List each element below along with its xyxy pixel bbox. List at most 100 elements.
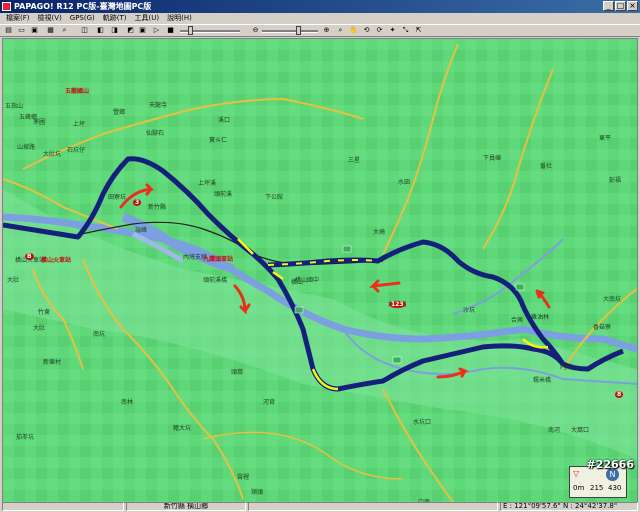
- minimize-button[interactable]: _: [603, 1, 614, 11]
- road-shield-3: [392, 356, 402, 364]
- poi-label: 橫山火車站: [41, 257, 72, 264]
- zoom-in-icon[interactable]: ⊕: [322, 26, 331, 35]
- zoom-slider-knob[interactable]: [296, 26, 301, 35]
- menu-file[interactable]: 檔案(F): [2, 13, 34, 24]
- save-icon[interactable]: ▣: [30, 26, 39, 35]
- place-label: 寶斗仁: [209, 137, 228, 144]
- menu-bar: 檔案(F) 檢視(V) GPS(G) 軌跡(T) 工具(U) 說明(H): [0, 13, 640, 24]
- waypoint-marker: B: [25, 253, 34, 260]
- map-view[interactable]: 五峰鄉 五指山 茅圃 上坪 石坑仔 山坡路 大肚坑 天龍寺 豐鄉 仙腳石 寶斗仁 溪口 上坪溪 頭前溪 下公…: [2, 38, 638, 503]
- place-label: 石坑仔: [67, 147, 86, 154]
- rotate-icon[interactable]: ⟲: [362, 26, 371, 35]
- place-label: 下公館: [265, 194, 284, 201]
- place-label: 上坪: [73, 121, 86, 128]
- place-label: 田寮坑: [108, 194, 127, 201]
- place-label: 茅圃: [33, 119, 46, 126]
- select-icon[interactable]: ⇱: [414, 26, 423, 35]
- status-place: 新竹縣 橫山鄉: [126, 502, 246, 511]
- place-label: 新樂村: [43, 359, 62, 366]
- place-label: 大肚坑: [43, 151, 62, 158]
- measure-icon[interactable]: ⤡: [401, 26, 410, 35]
- zoom-out-icon[interactable]: ⊖: [251, 26, 260, 35]
- place-label: 南河: [548, 427, 561, 434]
- search-icon[interactable]: ⌕: [60, 26, 69, 35]
- place-label: 內灣: [560, 364, 573, 371]
- place-label: 頭前溪: [214, 191, 233, 198]
- place-label: 霄裡: [237, 474, 250, 481]
- status-blank: [2, 502, 124, 511]
- speed-slider-knob[interactable]: [188, 26, 193, 35]
- place-label: 上坪溪: [198, 180, 217, 187]
- place-label: 南林: [121, 399, 134, 406]
- place-label: 三星: [348, 157, 361, 164]
- place-label: 大肚: [7, 277, 20, 284]
- place-label: 頭前溪橋: [203, 277, 228, 284]
- place-label: 竹東: [38, 309, 51, 316]
- road-shield-1: [342, 245, 352, 253]
- zoom-tool-icon[interactable]: ⌕: [336, 26, 345, 35]
- print-icon[interactable]: ▦: [46, 26, 55, 35]
- status-coords: E : 121°09'57.6" N : 24°42'37.8": [500, 502, 638, 511]
- place-label: 香菇寮: [593, 324, 612, 331]
- place-label: 仙腳石: [146, 130, 165, 137]
- place-label: 水田: [398, 179, 411, 186]
- place-label: 大崎: [373, 229, 386, 236]
- refresh-icon[interactable]: ⟳: [375, 26, 384, 35]
- menu-help[interactable]: 說明(H): [163, 13, 196, 24]
- save-track-icon[interactable]: ▣: [138, 26, 147, 35]
- maximize-button[interactable]: □: [615, 1, 626, 11]
- scale-icon: ▽: [573, 469, 580, 478]
- poi-label: 九讚頭車站: [203, 256, 234, 263]
- title-bar: PAPAGO! R12 PC版-臺灣地圖PC版 _ □ ×: [0, 0, 640, 13]
- open-folder-icon[interactable]: ▭: [17, 26, 26, 35]
- road-shield-2: [294, 306, 304, 314]
- place-label: 溪口: [218, 117, 231, 124]
- place-label: 豬大坑: [173, 425, 192, 432]
- poi-label: 五龍國山: [65, 88, 90, 95]
- place-label: 嶺頭: [251, 489, 264, 496]
- window-title: PAPAGO! R12 PC版-臺灣地圖PC版: [14, 2, 152, 11]
- place-label: 河背: [263, 399, 276, 406]
- gps-icon[interactable]: ◩: [126, 26, 135, 35]
- window-controls: _ □ ×: [603, 1, 638, 11]
- waypoint-marker: 123: [389, 301, 406, 308]
- menu-gps[interactable]: GPS(G): [66, 13, 99, 24]
- place-label: 糯米橋: [533, 377, 552, 384]
- place-label: 水坑口: [413, 419, 432, 426]
- place-label: 大肚: [33, 325, 46, 332]
- place-label: 雞油林: [531, 314, 550, 321]
- watermark: #22666: [586, 458, 635, 471]
- place-label: 山坡路: [17, 144, 36, 151]
- new-icon[interactable]: ▤: [4, 26, 13, 35]
- place-label: 橫山國中: [295, 277, 320, 284]
- play-icon[interactable]: ▷: [152, 26, 161, 35]
- compass-icon[interactable]: ✦: [388, 26, 397, 35]
- map-canvas[interactable]: [3, 39, 637, 502]
- stop-icon[interactable]: ■: [166, 26, 175, 35]
- scale-altitude: 430: [608, 484, 622, 492]
- zoom-slider[interactable]: [262, 30, 318, 33]
- road-shield-4: [515, 283, 525, 291]
- place-label: 茄苳坑: [16, 434, 35, 441]
- scale-unit: 0m: [573, 484, 585, 492]
- status-blank-2: [248, 502, 498, 511]
- place-label: 大窩口: [571, 427, 590, 434]
- toolbar: ▤ ▭ ▣ ▦ ⌕ ◫ ◧ ◨ ◩ ▣ ▷ ■ ⊖ ⊕ ⌕ ✋ ⟲ ⟳ ✦ ⤡ …: [0, 24, 640, 37]
- close-button[interactable]: ×: [627, 1, 638, 11]
- place-label: 彭福: [609, 177, 622, 184]
- place-label: 頭窩: [231, 369, 244, 376]
- route-icon[interactable]: ◨: [110, 26, 119, 35]
- place-label: 瑞峰: [135, 227, 148, 234]
- menu-tools[interactable]: 工具(U): [131, 13, 164, 24]
- place-label: 東平: [599, 135, 612, 142]
- pan-hand-icon[interactable]: ✋: [349, 26, 358, 35]
- status-bar: 新竹縣 橫山鄉 E : 121°09'57.6" N : 24°42'37.8": [0, 501, 640, 512]
- app-icon: [2, 2, 11, 11]
- car-icon[interactable]: ◧: [96, 26, 105, 35]
- place-label: 豐鄉: [113, 109, 126, 116]
- menu-view[interactable]: 檢視(V): [34, 13, 66, 24]
- layer-icon[interactable]: ◫: [80, 26, 89, 35]
- menu-track[interactable]: 軌跡(T): [99, 13, 131, 24]
- place-label: 大南坑: [603, 296, 622, 303]
- place-label: 合興: [511, 317, 524, 324]
